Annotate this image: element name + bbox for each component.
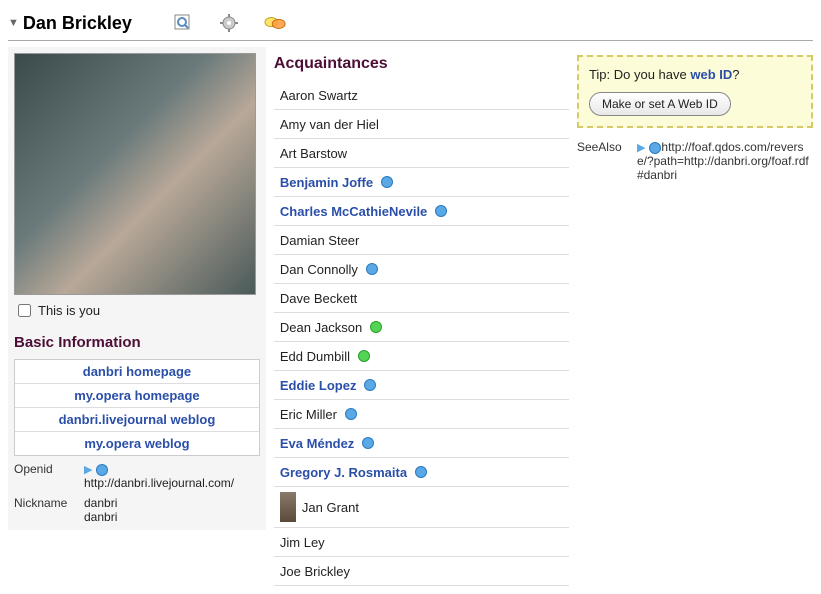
play-arrow-icon: ▶ [637,142,645,154]
tip-box: Tip: Do you have web ID? Make or set A W… [577,55,813,128]
acquaintance-name: Amy van der Hiel [280,117,379,132]
acquaintance-item: Joe Brickley [274,557,569,586]
acquaintance-name[interactable]: Eva Méndez [280,436,354,451]
this-is-you-label: This is you [38,303,100,318]
search-icon[interactable] [172,12,194,34]
presence-dot-icon [345,408,357,420]
acquaintance-item: Eric Miller [274,400,569,429]
acquaintance-item: Amy van der Hiel [274,110,569,139]
profile-photo [14,53,256,295]
acquaintances-heading: Acquaintances [274,55,569,73]
play-arrow-icon: ▶ [84,464,92,476]
presence-dot-icon [364,379,376,391]
seealso-value: ▶http://foaf.qdos.com/reverse/?path=http… [637,140,813,182]
acquaintance-name: Damian Steer [280,233,359,248]
basic-info-heading: Basic Information [14,334,260,351]
page-title: Dan Brickley [23,13,132,34]
openid-label: Openid [14,462,84,490]
acquaintance-item: Jim Ley [274,528,569,557]
acquaintance-item: Charles McCathieNevile [274,197,569,226]
acquaintance-name: Jan Grant [302,500,359,515]
presence-dot-icon [96,464,108,476]
livejournal-weblog-link[interactable]: danbri.livejournal weblog [15,408,259,432]
nickname-2: danbri [84,510,117,524]
web-id-link[interactable]: web ID [690,67,732,82]
nickname-1: danbri [84,496,117,510]
acquaintance-name[interactable]: Eddie Lopez [280,378,357,393]
acquaintance-name[interactable]: Benjamin Joffe [280,175,373,190]
tip-suffix: ? [732,67,739,82]
acquaintance-item: Dean Jackson [274,313,569,342]
openid-value: ▶ http://danbri.livejournal.com/ [84,462,260,490]
acquaintance-item: Eddie Lopez [274,371,569,400]
acquaintance-name: Dean Jackson [280,320,362,335]
nickname-label: Nickname [14,496,84,524]
acquaintance-name[interactable]: Charles McCathieNevile [280,204,427,219]
acquaintance-item: Damian Steer [274,226,569,255]
acquaintance-item: Gregory J. Rosmaita [274,458,569,487]
presence-dot-icon [415,466,427,478]
links-box: danbri homepage my.opera homepage danbri… [14,359,260,456]
acquaintance-name: Dan Connolly [280,262,358,277]
presence-dot-icon [358,350,370,362]
right-column: Tip: Do you have web ID? Make or set A W… [577,47,813,182]
acquaintance-item: Aaron Swartz [274,81,569,110]
acquaintance-name: Joe Brickley [280,564,350,579]
nickname-row: Nickname danbri danbri [14,496,260,524]
acquaintance-name[interactable]: Gregory J. Rosmaita [280,465,407,480]
homepage-link[interactable]: danbri homepage [15,360,259,384]
presence-dot-icon [649,142,661,154]
openid-row: Openid ▶ http://danbri.livejournal.com/ [14,462,260,490]
acquaintance-name: Aaron Swartz [280,88,358,103]
gear-icon[interactable] [218,12,240,34]
disclose-triangle-icon[interactable]: ▼ [8,17,19,29]
seealso-label: SeeAlso [577,140,637,182]
acquaintance-name: Jim Ley [280,535,325,550]
opera-weblog-link[interactable]: my.opera weblog [15,432,259,455]
acquaintance-name: Edd Dumbill [280,349,350,364]
toolbar [172,12,286,34]
tip-text: Tip: Do you have web ID? [589,67,801,82]
acquaintance-item: Eva Méndez [274,429,569,458]
acquaintance-item: Benjamin Joffe [274,168,569,197]
acquaintance-item: Dave Beckett [274,284,569,313]
presence-dot-icon [435,205,447,217]
acquaintance-item: Edd Dumbill [274,342,569,371]
this-is-you-checkbox[interactable] [18,304,31,317]
seealso-url[interactable]: http://foaf.qdos.com/reverse/?path=http:… [637,140,809,182]
nickname-value: danbri danbri [84,496,260,524]
this-is-you-row: This is you [14,301,260,320]
header-bar: ▼ Dan Brickley [8,8,813,41]
presence-dot-icon [366,263,378,275]
acquaintance-name: Eric Miller [280,407,337,422]
content: This is you Basic Information danbri hom… [8,47,813,586]
left-column: This is you Basic Information danbri hom… [8,47,266,530]
acquaintance-item: Jan Grant [274,487,569,528]
presence-dot-icon [381,176,393,188]
chat-icon[interactable] [264,12,286,34]
make-web-id-button[interactable]: Make or set A Web ID [589,92,731,116]
acquaintance-item: Dan Connolly [274,255,569,284]
acquaintance-name: Dave Beckett [280,291,357,306]
presence-dot-icon [362,437,374,449]
seealso-row: SeeAlso ▶http://foaf.qdos.com/reverse/?p… [577,140,813,182]
presence-dot-icon [370,321,382,333]
openid-url: http://danbri.livejournal.com/ [84,476,234,490]
acquaintances-list: Aaron Swartz Amy van der Hiel Art Barstow B… [274,81,569,586]
opera-homepage-link[interactable]: my.opera homepage [15,384,259,408]
person-thumb [280,492,296,522]
tip-prefix: Tip: Do you have [589,67,690,82]
middle-column: Acquaintances Aaron Swartz Amy van der Hi… [274,47,569,586]
acquaintance-item: Art Barstow [274,139,569,168]
acquaintance-name: Art Barstow [280,146,347,161]
